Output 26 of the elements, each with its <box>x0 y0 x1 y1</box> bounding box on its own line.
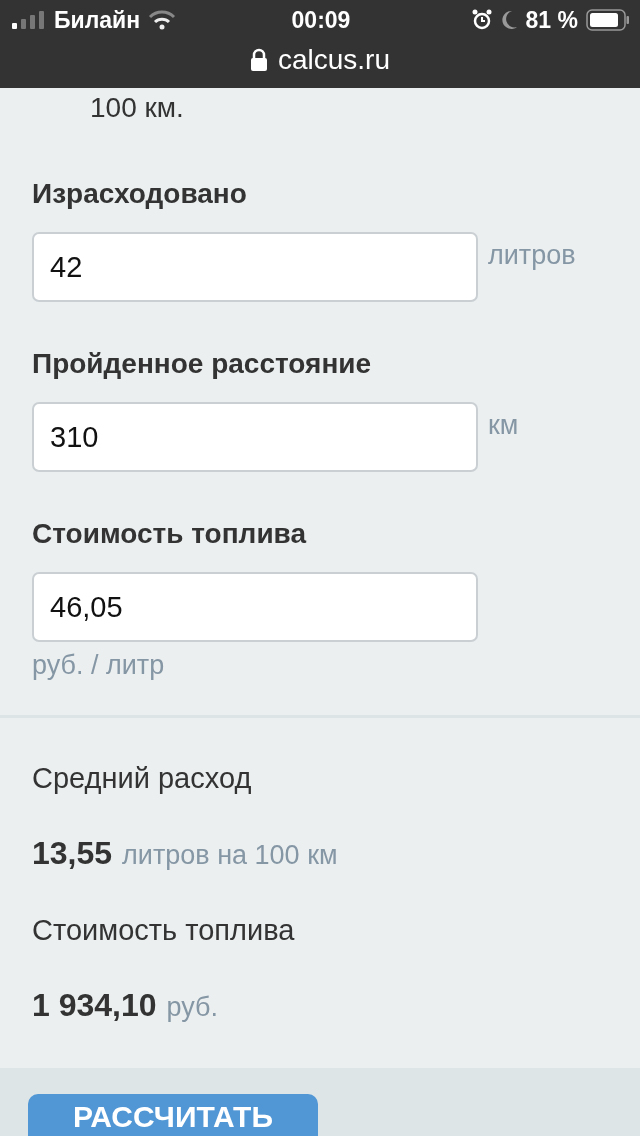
result-unit: руб. <box>166 992 219 1023</box>
wifi-icon <box>148 10 177 30</box>
unit-label: литров <box>488 240 576 271</box>
field-label: Стоимость топлива <box>32 518 308 550</box>
url-text[interactable]: calcus.ru <box>277 44 390 76</box>
field-label: Пройденное расстояние <box>32 348 373 380</box>
input-field[interactable]: 42 <box>32 232 478 302</box>
battery-percent: 81 % <box>525 6 578 34</box>
lock-icon <box>249 48 268 72</box>
carrier-name: Билайн <box>54 6 141 34</box>
intro-text: 100 км. <box>89 92 185 125</box>
signal-icon <box>12 11 46 29</box>
result-label: Средний расход <box>32 762 253 795</box>
clock-time: 00:09 <box>291 6 351 34</box>
result-value: 13,55 <box>32 835 113 872</box>
result-unit: литров на 100 км <box>122 840 338 871</box>
input-field[interactable]: 46,05 <box>32 572 478 642</box>
alarm-clock-icon <box>471 9 492 31</box>
result-value: 1 934,10 <box>32 987 157 1024</box>
unit-label: руб. / литр <box>32 650 165 681</box>
input-field[interactable]: 310 <box>32 402 478 472</box>
moon-icon <box>499 10 518 30</box>
unit-label: км <box>488 410 519 441</box>
result-label: Стоимость топлива <box>32 914 296 947</box>
battery-icon <box>586 9 630 31</box>
field-label: Израсходовано <box>32 178 248 210</box>
